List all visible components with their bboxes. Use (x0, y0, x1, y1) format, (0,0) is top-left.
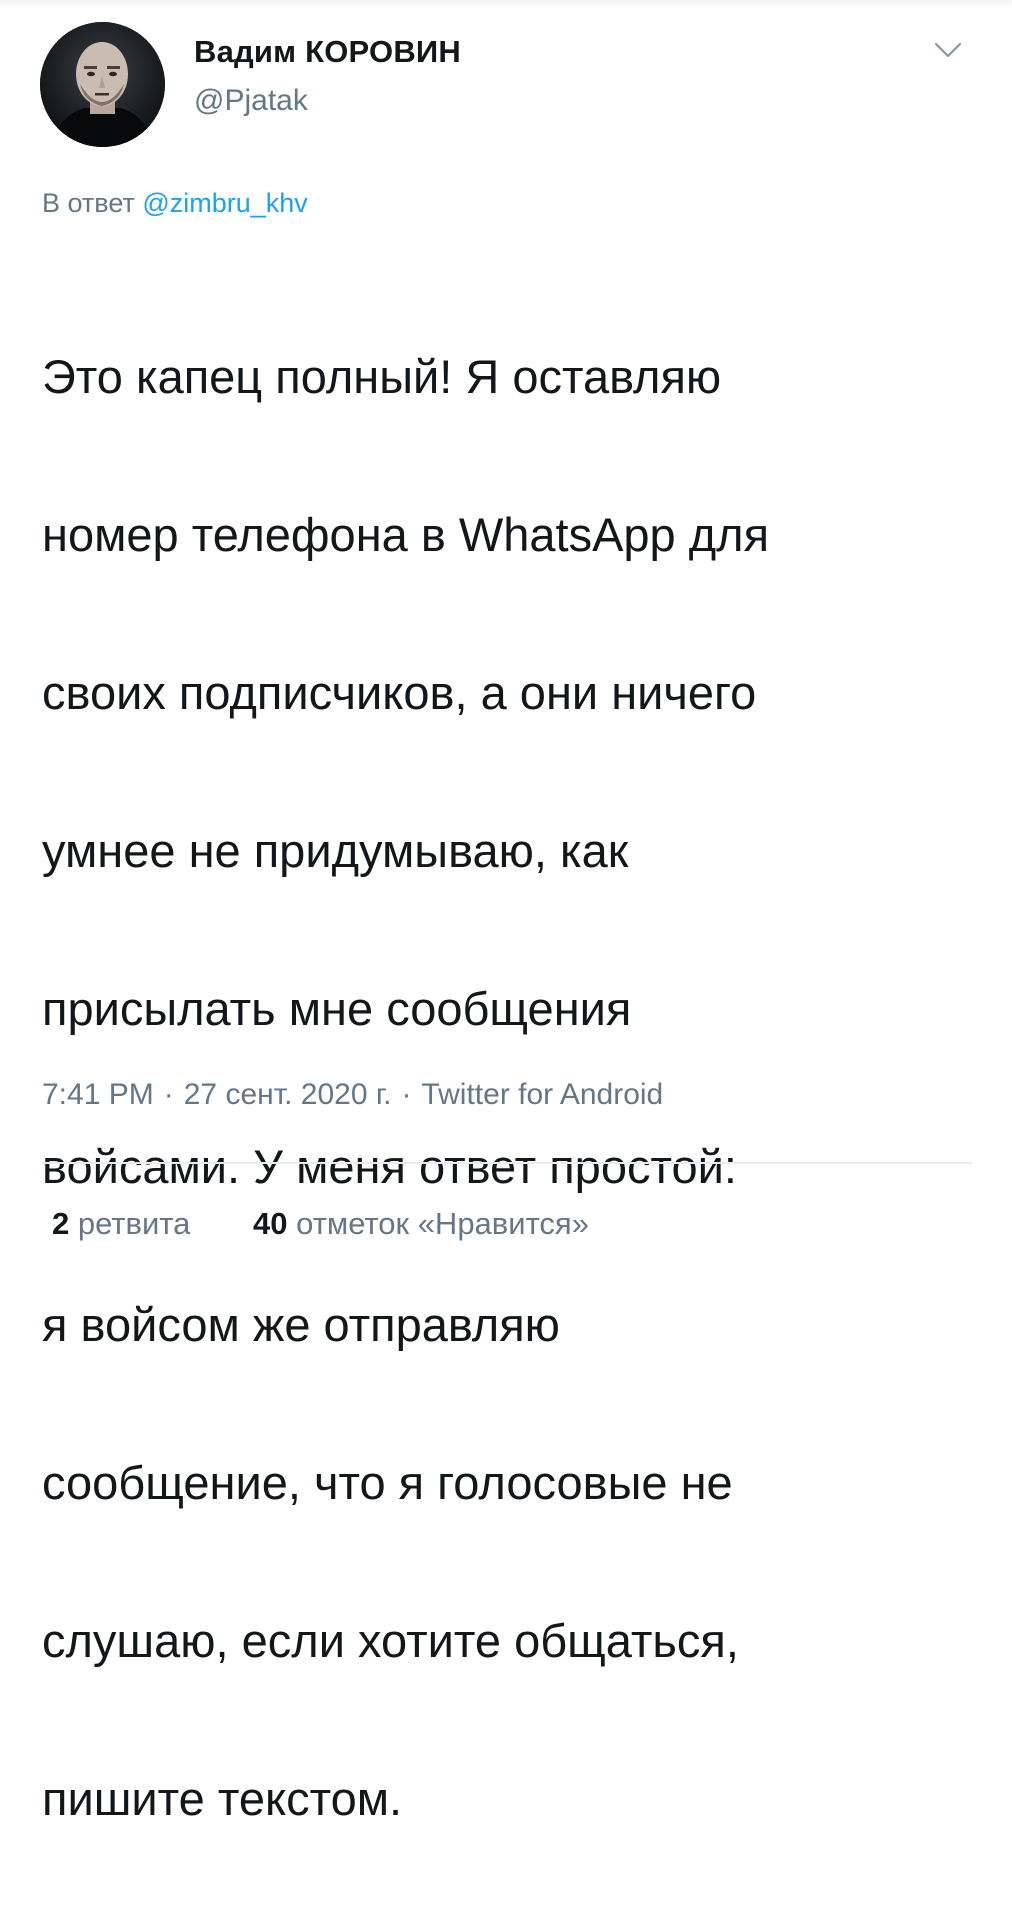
reply-context: В ответ @zimbru_khv (42, 188, 308, 219)
tweet-text-line: Это капец полный! Я оставляю (42, 350, 722, 403)
tweet-text-line: войсами. У меня ответ простой: (42, 1140, 737, 1193)
tweet-text-line: своих подписчиков, а они ничего (42, 666, 757, 719)
tweet-stats: 2 ретвита 40 отметок «Нравится» (52, 1206, 589, 1242)
retweets-stat[interactable]: 2 ретвита (52, 1206, 190, 1242)
retweets-count: 2 (52, 1206, 70, 1241)
meta-separator: · (401, 1078, 412, 1111)
tweet-text-line: пишите текстом. (42, 1772, 403, 1825)
tweet-source-link[interactable]: Twitter for Android (421, 1078, 663, 1111)
top-edge-shadow (0, 0, 1012, 8)
tweet-text-line: умнее не придумываю, как (42, 824, 629, 877)
tweet-text-line: присылать мне сообщения (42, 982, 632, 1035)
retweets-label: ретвита (77, 1206, 191, 1241)
author-handle[interactable]: @Pjatak (194, 84, 308, 118)
author-name[interactable]: Вадим КОРОВИН (194, 34, 461, 70)
likes-count: 40 (253, 1206, 288, 1241)
likes-label: отметок «Нравится» (296, 1206, 589, 1241)
divider (42, 1162, 972, 1164)
avatar-photo (40, 22, 165, 147)
tweet-text-line: слушаю, если хотите общаться, (42, 1614, 739, 1667)
likes-stat[interactable]: 40 отметок «Нравится» (253, 1206, 589, 1242)
tweet-date[interactable]: 27 сент. 2020 г. (184, 1078, 392, 1111)
avatar[interactable] (40, 22, 165, 147)
tweet-text-line: номер телефона в WhatsApp для (42, 508, 770, 561)
tweet-meta: 7:41 PM · 27 сент. 2020 г. · Twitter for And… (42, 1078, 663, 1112)
tweet-time[interactable]: 7:41 PM (42, 1078, 154, 1111)
reply-to-handle-link[interactable]: @zimbru_khv (142, 188, 307, 218)
reply-prefix: В ответ (42, 188, 135, 218)
tweet-text-line: сообщение, что я голосовые не (42, 1456, 733, 1509)
meta-separator: · (163, 1078, 174, 1111)
chevron-down-icon[interactable] (928, 30, 968, 70)
tweet-text-line: я войсом же отправляю (42, 1298, 560, 1351)
